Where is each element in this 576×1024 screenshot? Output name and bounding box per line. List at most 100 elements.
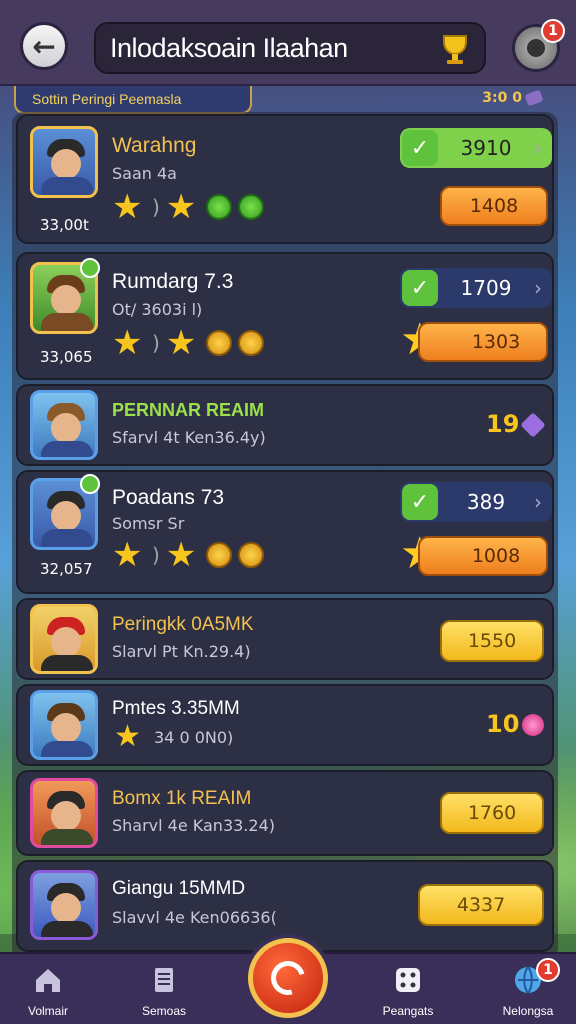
document-icon bbox=[155, 968, 173, 992]
rating-row: ★ ) ★ bbox=[112, 538, 264, 572]
rank-value: 10 bbox=[486, 710, 520, 738]
coin-icon bbox=[237, 330, 264, 356]
reward-button[interactable]: 1760 bbox=[440, 792, 544, 834]
player-name: PERNNAR REAIM bbox=[112, 400, 265, 420]
leaderboard-list: 33,00t Warahng Saan 4a ★ ) ★ ✓ 3910 › 14… bbox=[12, 112, 558, 960]
rating-row: ★ ) ★ bbox=[112, 190, 264, 224]
claim-value: 1709 bbox=[460, 276, 512, 300]
chevron-right-icon: › bbox=[534, 490, 542, 514]
avatar bbox=[30, 778, 98, 848]
reward-value: 4337 bbox=[456, 894, 506, 916]
reward-value: 1303 bbox=[471, 331, 521, 353]
reward-button[interactable]: 4337 bbox=[418, 884, 544, 926]
player-name: Peringkk 0A5MK bbox=[112, 614, 254, 635]
avatar bbox=[30, 870, 98, 940]
coin-icon bbox=[237, 542, 264, 568]
player-subtitle: Sfarvl 4t Ken36.4y) bbox=[112, 428, 266, 447]
list-item[interactable]: 33,00t Warahng Saan 4a ★ ) ★ ✓ 3910 › 14… bbox=[16, 114, 554, 244]
check-icon: ✓ bbox=[402, 484, 438, 520]
reward-button[interactable]: 1008 bbox=[418, 536, 548, 576]
player-subtitle: Ot/ 3603i l) bbox=[112, 300, 203, 319]
player-name: Bomx 1k REAIM bbox=[112, 788, 252, 809]
play-center-icon bbox=[264, 954, 312, 1002]
player-name: Poadans 73 bbox=[112, 486, 225, 509]
arrow-left-icon: ← bbox=[32, 29, 56, 63]
notification-badge: 1 bbox=[536, 958, 560, 982]
list-item[interactable]: 33,065 Rumdarg 7.3 Ot/ 3603i l) ★ ) ★ ✓ … bbox=[16, 252, 554, 380]
player-subtitle: Slavvl 4e Ken06636( bbox=[112, 908, 277, 927]
nav-item-games[interactable]: Peangats bbox=[360, 964, 456, 1018]
star-icon: ★ bbox=[112, 535, 143, 575]
back-button[interactable]: ← bbox=[20, 22, 68, 70]
trophy-icon bbox=[443, 35, 467, 64]
status-badge bbox=[80, 474, 100, 494]
player-subtitle: 34 0 0N0) bbox=[154, 728, 234, 747]
claim-value: 389 bbox=[466, 490, 506, 514]
player-name: Giangu 15MMD bbox=[112, 878, 246, 899]
rank-value: 19 bbox=[486, 410, 520, 438]
list-item[interactable]: 32,057 Poadans 73 Somsr Sr ★ ) ★ ✓ 389 ›… bbox=[16, 470, 554, 594]
gem-icon bbox=[520, 412, 546, 438]
claim-button[interactable]: ✓ 389 › bbox=[400, 482, 552, 522]
coin-icon bbox=[237, 194, 264, 220]
coin-icon bbox=[205, 542, 232, 568]
chevron-right-icon: › bbox=[534, 136, 542, 160]
list-item[interactable]: Bomx 1k REAIM Sharvl 4e Kan33.24) 1760 bbox=[16, 770, 554, 856]
player-subtitle: Somsr Sr bbox=[112, 514, 185, 533]
avatar bbox=[30, 390, 98, 460]
nav-item-documents[interactable]: Semoas bbox=[116, 964, 212, 1018]
currency-value: 3:0 0 bbox=[482, 90, 522, 106]
nav-item-messages[interactable]: Nelongsa 1 bbox=[480, 958, 576, 1018]
avatar bbox=[30, 604, 98, 674]
reward-value: 1408 bbox=[469, 195, 519, 217]
top-bar: ← Inlodaksoain Ilaahan 1 bbox=[0, 0, 576, 86]
status-badge bbox=[80, 258, 100, 278]
player-name: Warahng bbox=[112, 134, 197, 157]
player-subtitle: Saan 4a bbox=[112, 164, 177, 183]
claim-value: 3910 bbox=[460, 136, 512, 160]
player-subtitle: Slarvl Pt Kn.29.4) bbox=[112, 642, 251, 661]
rating-row: ★ ) ★ bbox=[112, 326, 264, 360]
settings-button[interactable]: 1 bbox=[512, 19, 565, 72]
reward-value: 1550 bbox=[467, 630, 517, 652]
reward-button[interactable]: 1408 bbox=[440, 186, 548, 226]
nav-label: Peangats bbox=[382, 1004, 434, 1018]
list-item[interactable]: Peringkk 0A5MK Slarvl Pt Kn.29.4) 1550 bbox=[16, 598, 554, 680]
gem-icon bbox=[522, 714, 544, 736]
reward-button[interactable]: 1303 bbox=[418, 322, 548, 362]
reward-value: 1760 bbox=[467, 802, 517, 824]
star-icon: ★ bbox=[165, 535, 197, 575]
star-icon: ★ bbox=[112, 323, 143, 363]
nav-label: Semoas bbox=[141, 1004, 187, 1018]
player-subtitle: Sharvl 4e Kan33.24) bbox=[112, 816, 275, 835]
claim-button[interactable]: ✓ 3910 › bbox=[400, 128, 552, 168]
coin-icon bbox=[205, 194, 232, 220]
check-icon: ✓ bbox=[402, 270, 438, 306]
dice-icon bbox=[396, 968, 420, 992]
player-score: 33,065 bbox=[40, 348, 93, 366]
currency-display: 3:0 0 bbox=[482, 89, 544, 107]
section-title: Sottin Peringi Peemasla bbox=[32, 91, 182, 107]
coin-icon bbox=[205, 330, 232, 356]
star-icon: ★ bbox=[112, 187, 143, 227]
title-box: Inlodaksoain Ilaahan bbox=[94, 22, 486, 74]
star-icon: ★ bbox=[165, 187, 197, 227]
nav-item-home[interactable]: Volmair bbox=[0, 964, 96, 1018]
list-item[interactable]: Pmtes 3.35MM 34 0 0N0) ★ 10 bbox=[16, 684, 554, 766]
nav-label: Volmair bbox=[27, 1004, 68, 1018]
list-item[interactable]: PERNNAR REAIM Sfarvl 4t Ken36.4y) 19 bbox=[16, 384, 554, 466]
gear-icon bbox=[527, 39, 545, 57]
nav-label: Nelongsa bbox=[502, 1004, 554, 1018]
check-icon: ✓ bbox=[402, 130, 438, 166]
gem-icon bbox=[524, 89, 544, 107]
page-title: Inlodaksoain Ilaahan bbox=[110, 32, 348, 63]
notification-badge: 1 bbox=[541, 19, 565, 43]
section-header: Sottin Peringi Peemasla bbox=[14, 86, 252, 114]
claim-button[interactable]: ✓ 1709 › bbox=[400, 268, 552, 308]
avatar bbox=[30, 126, 98, 198]
reward-button[interactable]: 1550 bbox=[440, 620, 544, 662]
home-icon bbox=[36, 969, 60, 992]
reward-value: 1008 bbox=[471, 545, 521, 567]
star-icon: ★ bbox=[165, 323, 197, 363]
play-center-button[interactable] bbox=[248, 938, 328, 1018]
